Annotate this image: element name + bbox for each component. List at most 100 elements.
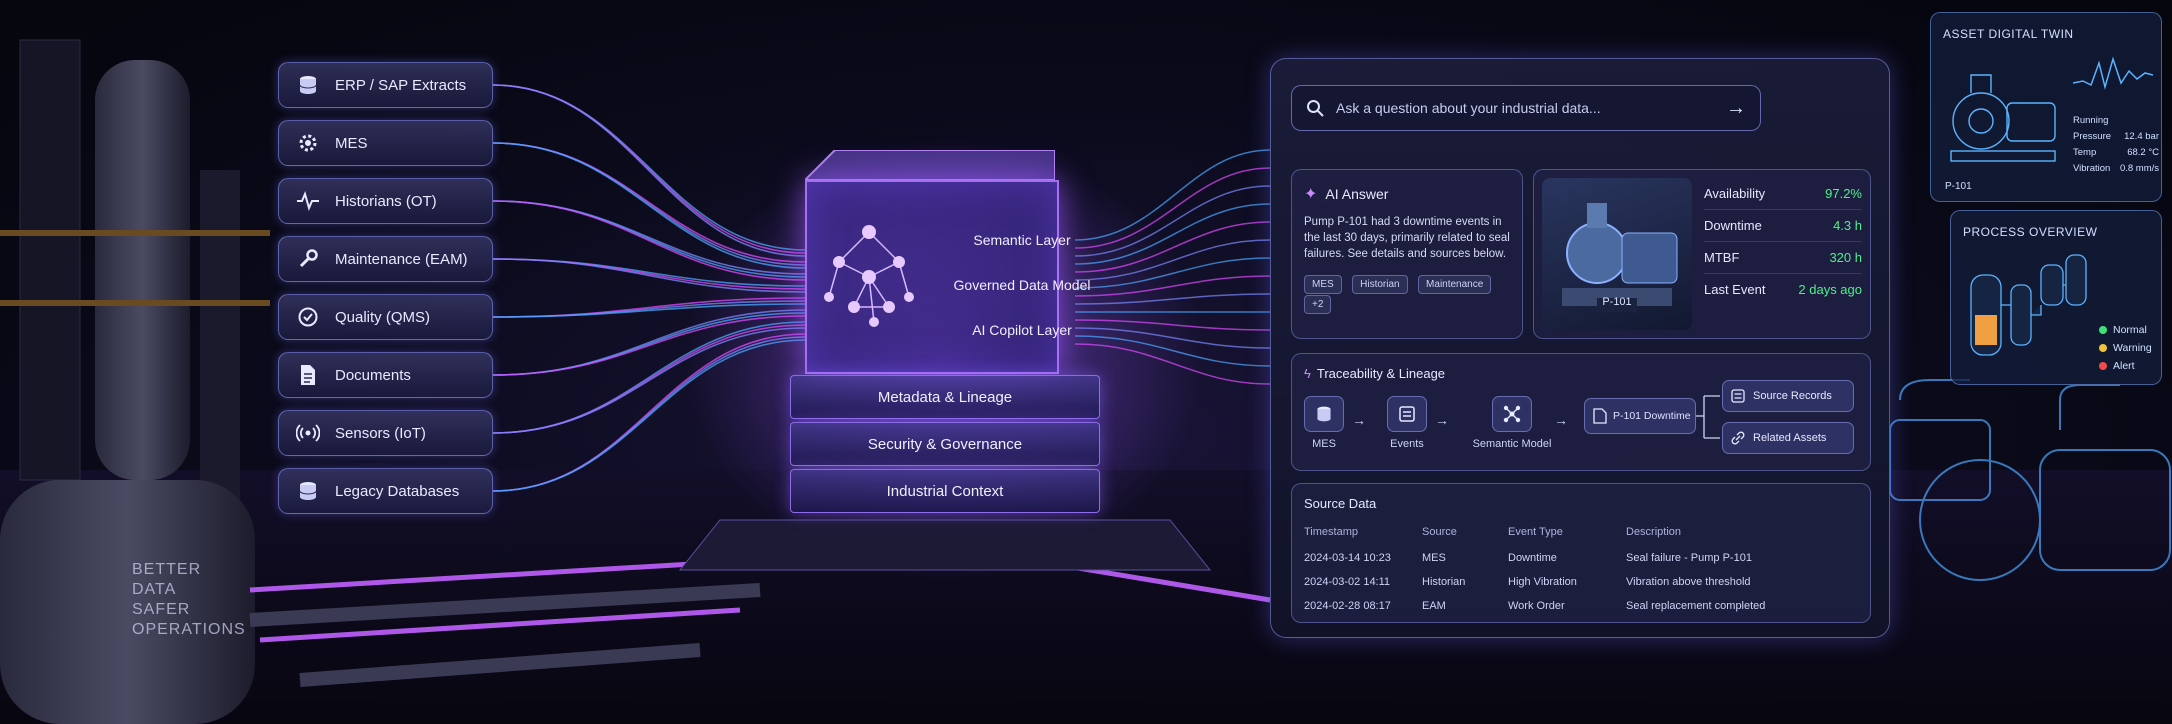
metric-value: 4.3 h xyxy=(1833,218,1862,233)
source-label: ERP / SAP Extracts xyxy=(335,76,467,94)
metric-row: Downtime 4.3 h xyxy=(1704,210,1862,242)
tank-slogan: BETTER DATA SAFER OPERATIONS xyxy=(132,560,252,640)
flow-line xyxy=(492,142,806,263)
process-overview-widget: PROCESS OVERVIEW Normal Warning Alert xyxy=(1950,210,2162,385)
source-label: Legacy Databases xyxy=(335,482,460,500)
source-label: Maintenance (EAM) xyxy=(335,250,468,268)
source-mes[interactable]: MES xyxy=(278,120,493,166)
reading-value: 68.2 °C xyxy=(2127,147,2159,158)
table-cell: EAM xyxy=(1422,600,1446,612)
flow-node-events[interactable]: Events xyxy=(1387,396,1427,450)
table-cell: Historian xyxy=(1422,576,1466,588)
source-data-title: Source Data xyxy=(1304,496,1377,511)
source-records-button[interactable]: Source Records xyxy=(1722,380,1854,412)
list-icon xyxy=(1731,389,1745,403)
source-label: Historians (OT) xyxy=(335,192,437,210)
twin-status: Running xyxy=(2073,115,2109,126)
link-icon xyxy=(1731,431,1745,445)
flow-node-semantic-model[interactable]: Semantic Model xyxy=(1462,396,1562,450)
related-assets-button[interactable]: Related Assets xyxy=(1722,422,1854,454)
flow-line xyxy=(492,339,806,492)
source-label: Documents xyxy=(335,366,411,384)
table-cell: 2024-03-14 10:23 xyxy=(1304,552,1391,564)
flow-node-p101-downtime[interactable]: P-101 Downtime xyxy=(1584,398,1696,434)
table-cell: Seal replacement completed xyxy=(1626,600,1766,612)
flow-line xyxy=(492,300,806,318)
source-data-card: Source Data Timestamp Source Event Type … xyxy=(1291,483,1871,623)
source-chip[interactable]: MES xyxy=(1304,275,1342,294)
source-chip[interactable]: Historian xyxy=(1352,275,1408,294)
flow-node-mes[interactable]: MES xyxy=(1304,396,1344,450)
database-icon xyxy=(1317,406,1331,422)
source-erp-sap[interactable]: ERP / SAP Extracts xyxy=(278,62,493,108)
search-input[interactable]: Ask a question about your industrial dat… xyxy=(1336,100,1601,116)
twin-readings: Running Pressure 12.4 bar Temp 68.2 °C Vib… xyxy=(2073,113,2159,177)
sparkline xyxy=(2073,56,2153,90)
arrow-icon: → xyxy=(1435,412,1449,428)
sparkle-icon: ✦ xyxy=(1304,186,1318,203)
cube-top xyxy=(805,150,1055,180)
status-dot-warning xyxy=(2099,344,2107,353)
metric-value: 320 h xyxy=(1829,250,1862,265)
asset-digital-twin-widget: ASSET DIGITAL TWIN P-101 Running Pressur… xyxy=(1930,12,2162,202)
column-header: Description xyxy=(1626,526,1682,538)
slab-metadata-lineage: Metadata & Lineage xyxy=(790,375,1100,419)
slab-industrial-context: Industrial Context xyxy=(790,469,1100,513)
flow-node-label: MES xyxy=(1312,438,1336,450)
search-bar[interactable]: Ask a question about your industrial dat… xyxy=(1291,85,1761,131)
gear-icon xyxy=(295,130,321,156)
output-label: Source Records xyxy=(1753,390,1832,402)
table-cell: MES xyxy=(1422,552,1446,564)
source-documents[interactable]: Documents xyxy=(278,352,493,398)
flow-node-label: Events xyxy=(1390,438,1424,450)
check-circle-icon xyxy=(295,304,321,330)
source-label: MES xyxy=(335,134,368,152)
traceability-title: Traceability & Lineage xyxy=(1316,366,1446,381)
flow-line xyxy=(492,200,806,278)
metric-value: 2 days ago xyxy=(1798,282,1862,297)
source-legacy-db[interactable]: Legacy Databases xyxy=(278,468,493,514)
reading-label: Temp xyxy=(2073,147,2097,158)
column-header: Source xyxy=(1422,526,1457,538)
process-diagram xyxy=(1970,254,2087,356)
table-cell: 2024-02-28 08:17 xyxy=(1304,600,1391,612)
lightning-icon: ϟ xyxy=(1304,366,1311,381)
metric-row: Availability 97.2% xyxy=(1704,178,1862,210)
source-label: Quality (QMS) xyxy=(335,308,431,326)
source-historians[interactable]: Historians (OT) xyxy=(278,178,493,224)
source-maintenance[interactable]: Maintenance (EAM) xyxy=(278,236,493,282)
legend-label: Normal xyxy=(2113,324,2147,336)
tank-slogan-line: BETTER xyxy=(132,561,202,578)
branch-connector xyxy=(1696,395,1720,439)
document-icon xyxy=(1593,408,1607,424)
flow-line xyxy=(492,297,806,318)
flow-line xyxy=(492,84,806,254)
ai-answer-title: AI Answer xyxy=(1325,186,1389,202)
pump-tag: P-101 xyxy=(1602,296,1632,308)
metric-label: Downtime xyxy=(1704,218,1762,233)
metric-label: MTBF xyxy=(1704,250,1740,265)
more-sources-chip[interactable]: +2 xyxy=(1304,295,1332,314)
status-dot-alert xyxy=(2099,362,2107,371)
tank-slogan-line: OPERATIONS xyxy=(132,621,246,638)
slab-security-governance: Security & Governance xyxy=(790,422,1100,466)
list-icon xyxy=(1399,406,1415,422)
semantic-cube: Semantic Layer Governed Data Model AI Co… xyxy=(770,150,1120,550)
metrics-list: Availability 97.2% Downtime 4.3 h MTBF 320 … xyxy=(1704,178,1862,305)
submit-arrow-icon[interactable]: → xyxy=(1726,97,1746,120)
metric-value: 97.2% xyxy=(1825,186,1862,201)
table-cell: High Vibration xyxy=(1508,576,1577,588)
metric-label: Last Event xyxy=(1704,282,1766,297)
document-icon xyxy=(295,362,321,388)
source-sensors[interactable]: Sensors (IoT) xyxy=(278,410,493,456)
source-chip[interactable]: Maintenance xyxy=(1418,275,1492,294)
pump-image: P-101 xyxy=(1542,178,1692,330)
flow-node-label: P-101 Downtime xyxy=(1613,410,1691,422)
layer-ai-copilot: AI Copilot Layer xyxy=(972,322,1072,338)
flow-line xyxy=(492,336,806,492)
table-cell: Work Order xyxy=(1508,600,1565,612)
copilot-panel: Ask a question about your industrial dat… xyxy=(1270,58,1890,638)
hero-scene: BETTER DATA SAFER OPERATIONS ERP / SAP E… xyxy=(0,0,2172,724)
column-header: Timestamp xyxy=(1304,526,1358,538)
source-quality[interactable]: Quality (QMS) xyxy=(278,294,493,340)
